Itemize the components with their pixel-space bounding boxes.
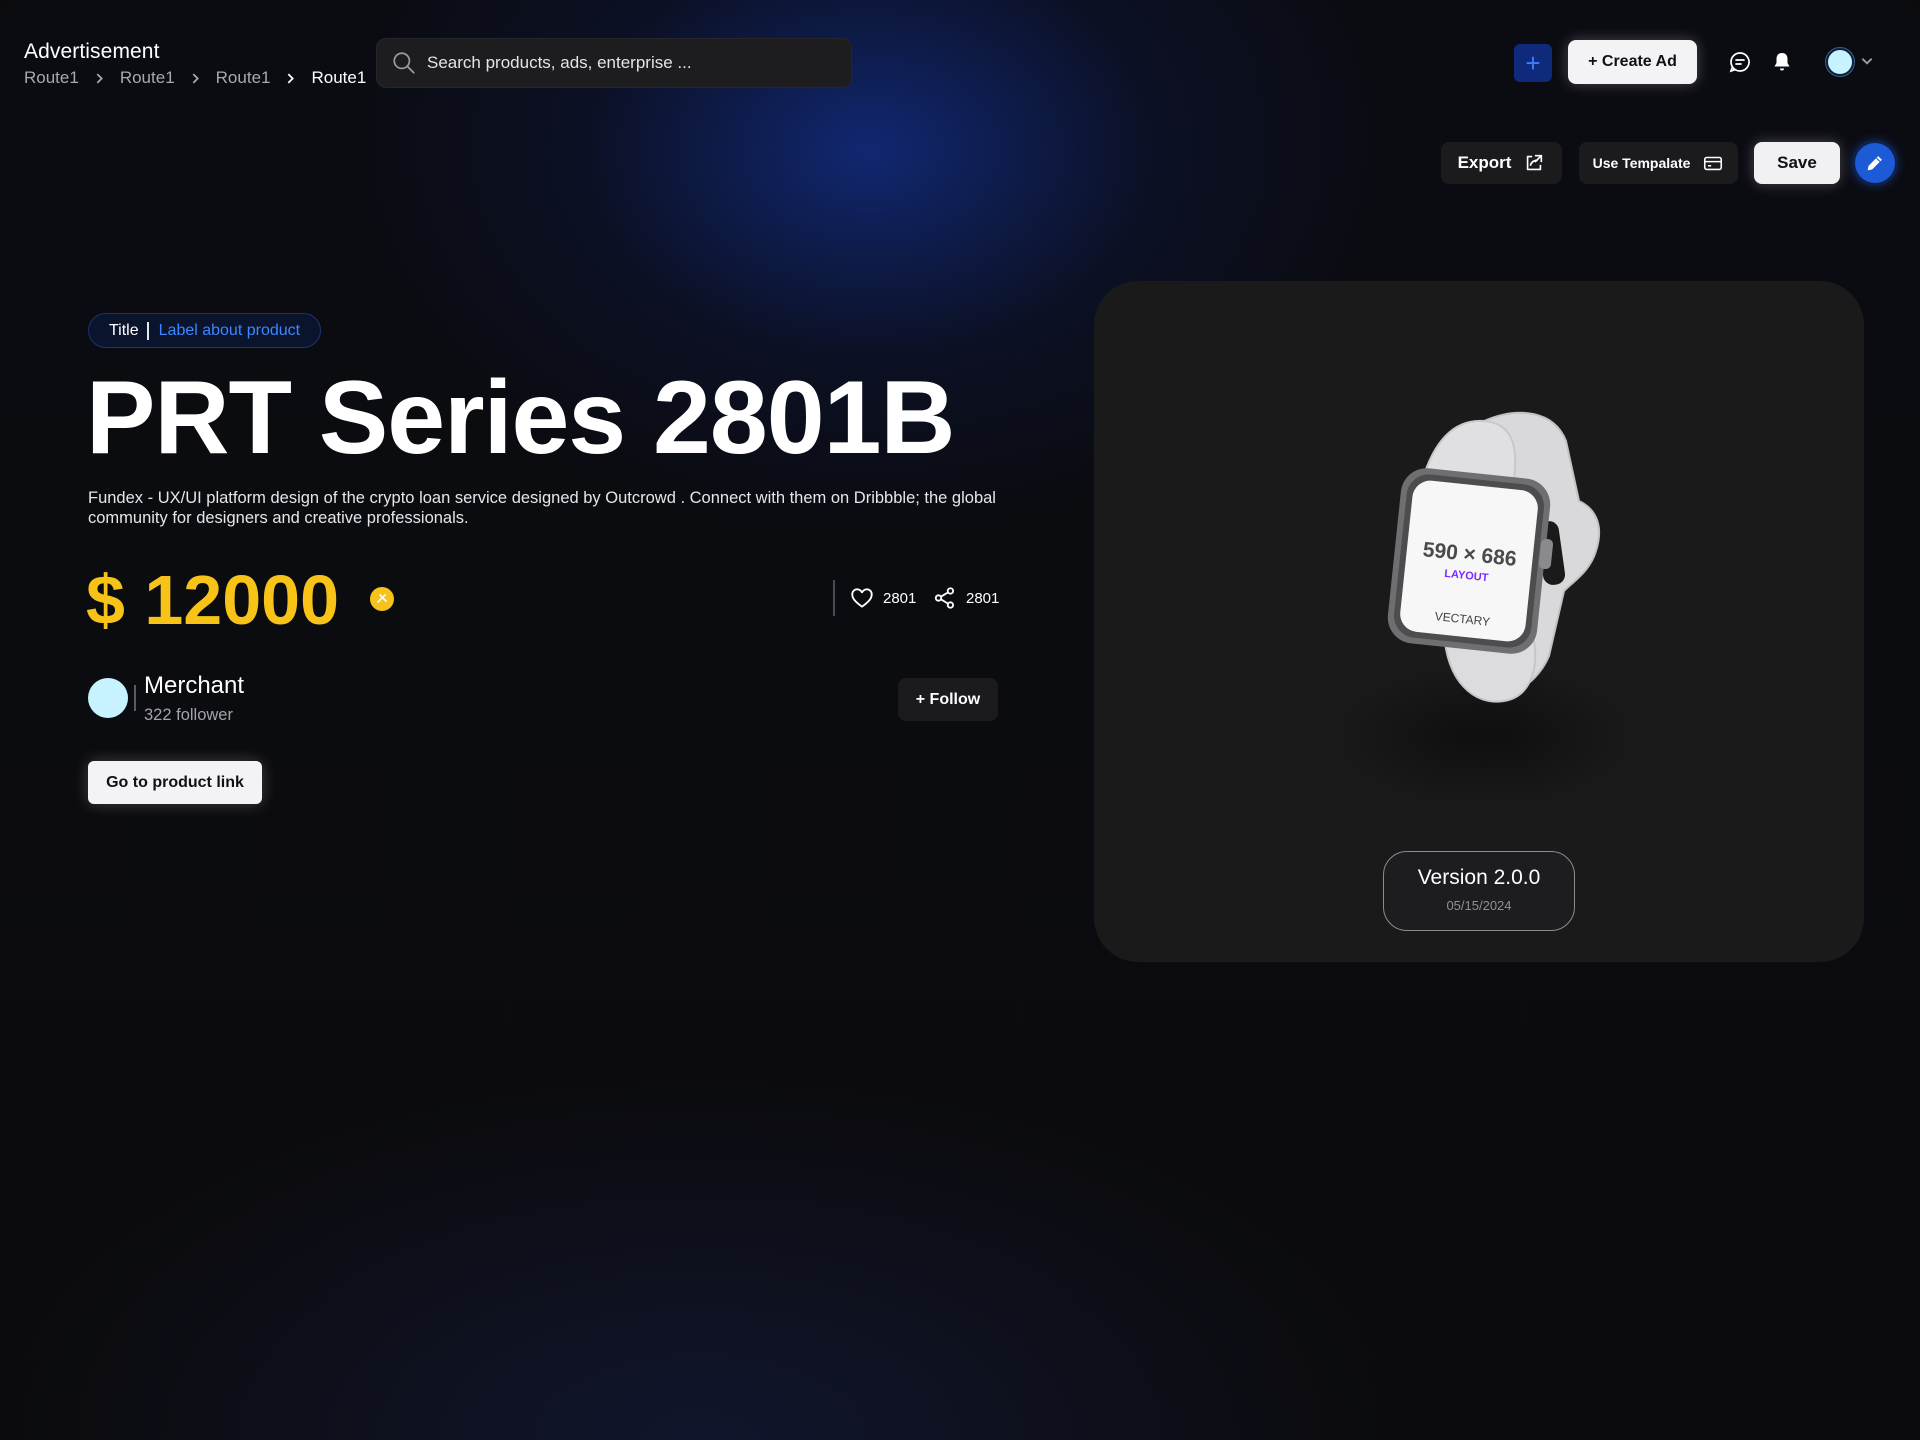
share-out-icon (1527, 154, 1543, 171)
notifications-button[interactable] (1768, 48, 1796, 76)
search-bar[interactable] (376, 38, 852, 88)
chevron-right-icon (94, 72, 105, 84)
search-icon (393, 52, 415, 74)
breadcrumb: Route1 Route1 Route1 Route1 (24, 68, 366, 88)
edit-button[interactable] (1855, 143, 1895, 183)
use-template-button[interactable]: Use Tempalate (1579, 142, 1738, 184)
product-link-button[interactable]: Go to product link (88, 761, 262, 804)
version-date: 05/15/2024 (1446, 898, 1512, 913)
chevron-down-icon[interactable] (1860, 54, 1874, 68)
version-label: Version 2.0.0 (1417, 866, 1541, 889)
follow-button[interactable]: + Follow (898, 678, 998, 721)
product-tag: Title Label about product (88, 313, 322, 348)
card-icon (1704, 156, 1723, 171)
chevron-right-icon (190, 72, 201, 84)
chevron-right-icon (285, 72, 296, 84)
breadcrumb-current: Route1 (311, 68, 367, 87)
pencil-icon (1867, 156, 1882, 171)
merchant-followers: 322 follower (144, 706, 233, 724)
merchant-name[interactable]: Merchant (144, 672, 244, 700)
breadcrumb-item[interactable]: Route1 (120, 68, 175, 88)
shares-count: 2801 (966, 589, 1000, 607)
likes-count: 2801 (883, 589, 917, 607)
tag-divider (146, 321, 149, 340)
merchant-divider (134, 685, 136, 711)
advertisement-page: Advertisement Route1 Route1 Route1 Route… (0, 0, 1920, 1440)
smartwatch-image: 590 × 686 LAYOUT VECTARY (1387, 411, 1601, 703)
add-button[interactable]: + (1514, 44, 1552, 82)
header-left: Advertisement Route1 Route1 Route1 Route… (24, 40, 366, 88)
like-button[interactable]: 2801 (849, 585, 916, 611)
plus-icon: + (1525, 47, 1541, 78)
search-input[interactable] (427, 53, 827, 73)
share-icon (934, 587, 955, 609)
version-badge: Version 2.0.0 05/15/2024 (1383, 851, 1575, 931)
save-button[interactable]: Save (1754, 142, 1840, 184)
stats-divider (833, 580, 835, 616)
share-button[interactable]: 2801 (932, 585, 999, 611)
chat-icon (1729, 52, 1750, 73)
create-ad-button[interactable]: + Create Ad (1568, 40, 1697, 84)
user-avatar[interactable] (1826, 48, 1854, 76)
chat-button[interactable] (1726, 48, 1754, 76)
template-label: Use Tempalate (1592, 155, 1691, 171)
tag-title: Title (109, 321, 139, 339)
export-button[interactable]: Export (1441, 142, 1562, 184)
breadcrumb-item[interactable]: Route1 (24, 68, 79, 88)
tag-label: Label about product (158, 321, 301, 339)
product-description: Fundex - UX/UI platform design of the cr… (88, 489, 996, 527)
bell-icon (1774, 53, 1790, 71)
export-label: Export (1457, 153, 1512, 172)
product-name: PRT Series 2801B (86, 360, 956, 476)
breadcrumb-item[interactable]: Route1 (216, 68, 271, 88)
page-title: Advertisement (24, 40, 160, 63)
coin-icon (370, 587, 394, 611)
heart-icon (851, 588, 873, 608)
merchant-avatar[interactable] (88, 678, 128, 718)
product-price: $ 12000 (86, 561, 340, 639)
product-image-card: 590 × 686 LAYOUT VECTARY Version 2.0.0 0… (1094, 281, 1864, 962)
